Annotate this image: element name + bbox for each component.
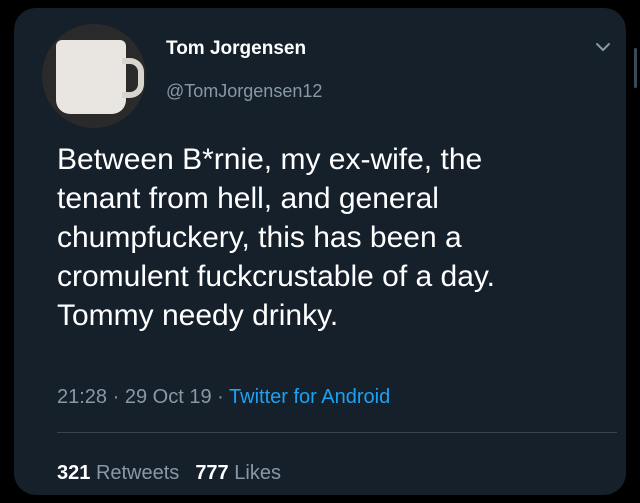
scroll-indicator [634,48,637,88]
retweets-stat[interactable]: 321 Retweets [57,462,179,484]
retweets-label: Retweets [95,462,180,484]
likes-stat[interactable]: 777 Likes [195,462,281,484]
tweet-meta: 21:28 · 29 Oct 19 · Twitter for Android [57,386,390,409]
retweets-count: 321 [57,462,91,484]
mug-avatar-icon [56,40,126,114]
meta-separator: · [217,386,224,408]
tweet-time: 21:28 [57,386,108,408]
divider [57,432,617,433]
tweet-source-link[interactable]: Twitter for Android [229,386,390,408]
likes-count: 777 [195,462,229,484]
chevron-down-icon[interactable] [592,36,614,58]
avatar[interactable] [42,24,146,128]
tweet-text: Between B*rnie, my ex-wife, the tenant f… [57,143,495,332]
author-name[interactable]: Tom Jorgensen [166,38,306,60]
tweet-card: Tom Jorgensen @TomJorgensen12 Between B*… [14,8,637,495]
author-handle[interactable]: @TomJorgensen12 [166,81,322,102]
tweet-stats: 321 Retweets 777 Likes [57,462,281,485]
likes-label: Likes [234,462,281,484]
tweet-date: 29 Oct 19 [124,386,212,408]
meta-separator: · [112,386,120,408]
